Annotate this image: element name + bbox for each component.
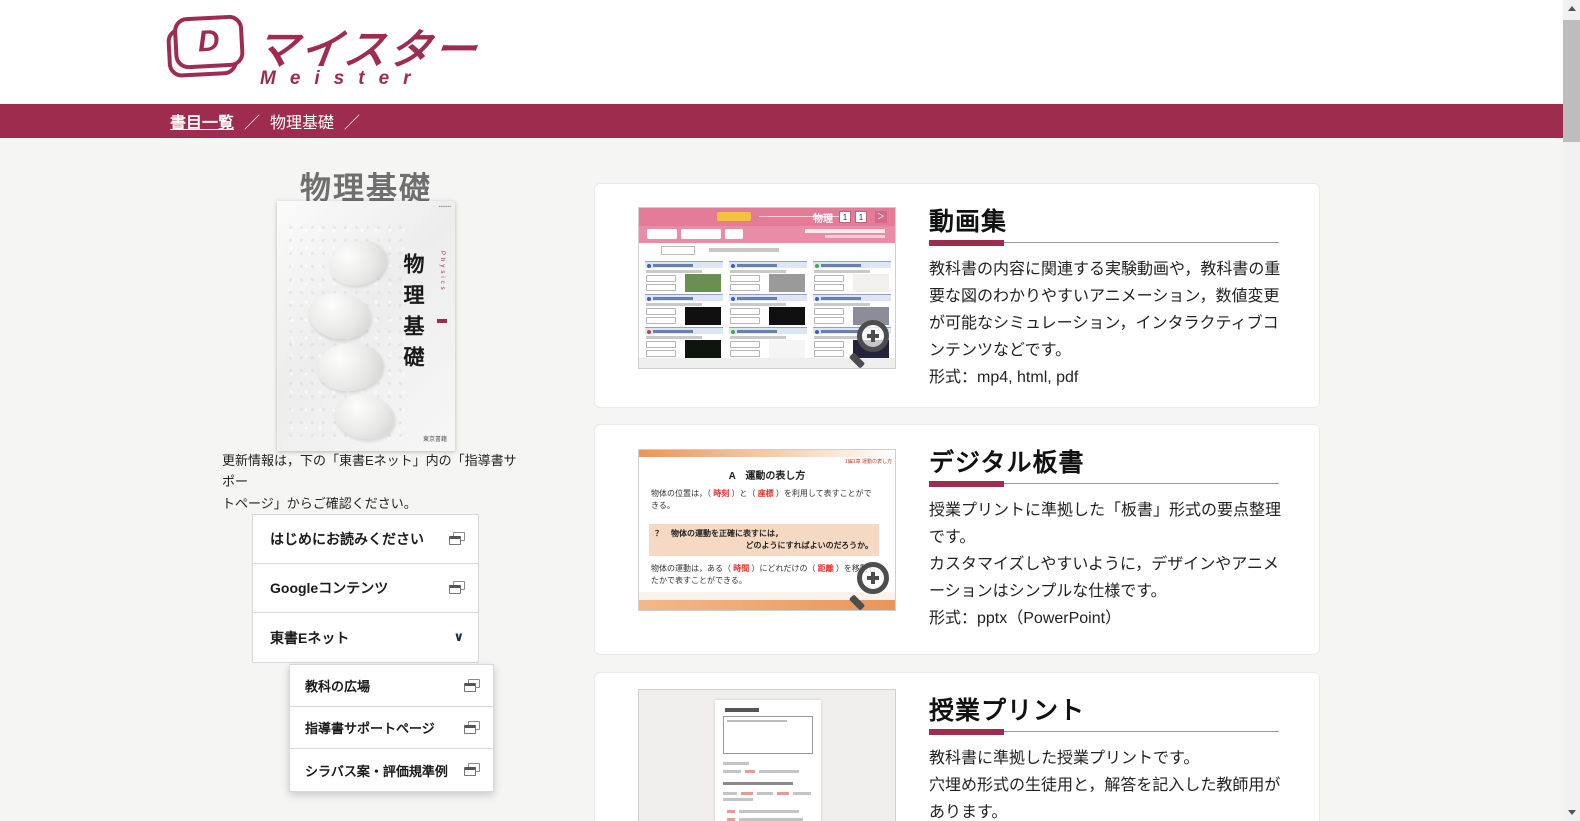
thumb-pink-header: 物理 1 1 ＞ [639, 208, 895, 226]
card-description: 教科書の内容に関連する実験動画や，教科書の重要な図のわかりやすいアニメーション，… [929, 256, 1281, 391]
lesson-prints-thumbnail[interactable] [638, 689, 896, 821]
card-description: 教科書に準拠した授業プリントです。 穴埋め形式の生徒用と，解答を記入した教師用が… [929, 745, 1281, 821]
card-title: 動画集 [929, 202, 1007, 238]
logo-d-letter: D [197, 24, 220, 59]
thumb-video-item [645, 261, 723, 292]
card-description: 授業プリントに準拠した「板書」形式の要点整理です。 カスタマイズしやすいように，… [929, 497, 1281, 632]
breadcrumb-separator: ／ [244, 109, 260, 133]
thumb-subject-label: 物理 [813, 210, 833, 225]
menu-item-tosho-enet[interactable]: 東書Eネット ∨ [253, 613, 478, 662]
title-underline [929, 729, 1279, 735]
meister-logo[interactable]: D マイスター Meister [170, 10, 490, 98]
breadcrumb: 書目一覧 ／ 物理基礎 ／ [0, 104, 1563, 138]
card-title: デジタル板書 [929, 443, 1085, 479]
thumb-next-arrow: ＞ [875, 211, 887, 223]
submenu-item-kyouka-hiroba[interactable]: 教科の広場 [290, 665, 493, 707]
slide-title: A 運動の表し方 [639, 467, 895, 482]
thumb-video-item [729, 294, 807, 325]
digital-bansho-thumbnail[interactable]: 1編1章 運動の表し方 A 運動の表し方 物体の位置は，（ 時刻 ）と（ 座標 … [638, 449, 896, 611]
page-header: D マイスター Meister [0, 0, 1563, 104]
external-window-icon [449, 581, 465, 594]
menu-item-google-contents[interactable]: Googleコンテンツ [253, 564, 478, 613]
card-digital-bansho: 1編1章 運動の表し方 A 運動の表し方 物体の位置は，（ 時刻 ）と（ 座標 … [594, 424, 1320, 655]
logo-d-box-icon: D [170, 14, 247, 80]
submenu-item-syllabus[interactable]: シラバス案・評価規準例 [290, 749, 493, 791]
slide-corner-note: 1編1章 運動の表し方 [845, 458, 892, 465]
worksheet-page [715, 700, 821, 821]
cover-title: 物理基礎 [397, 253, 427, 377]
external-window-icon [464, 721, 480, 734]
thumb-video-item [729, 327, 807, 358]
card-title: 授業プリント [929, 691, 1085, 727]
thumb-video-item [645, 327, 723, 358]
title-underline [929, 240, 1279, 246]
thumb-video-item [813, 261, 891, 292]
menu-item-readme[interactable]: はじめにお読みください [253, 515, 478, 564]
textbook-cover-image: ▪▪▪▪▪▪▪ 物理基礎 Physics 東京書籍 [277, 201, 455, 451]
cover-subtitle: Physics [439, 251, 445, 293]
breadcrumb-separator-2: ／ [344, 109, 360, 133]
cover-publisher: 東京書籍 [423, 434, 447, 443]
chevron-down-icon: ∨ [453, 629, 464, 645]
sidebar-submenu: 教科の広場 指導書サポートページ シラバス案・評価規準例 [289, 664, 494, 792]
breadcrumb-current: 物理基礎 [270, 109, 334, 133]
title-underline [929, 481, 1279, 487]
video-collection-thumbnail[interactable]: 物理 1 1 ＞ [638, 207, 896, 369]
thumb-video-grid [639, 259, 895, 358]
submenu-item-shidousho-support[interactable]: 指導書サポートページ [290, 707, 493, 749]
external-window-icon [464, 763, 480, 776]
thumb-video-item [729, 261, 807, 292]
card-video-collection: 物理 1 1 ＞ 動画集 教科書の内容に関連する実験動画や，教科書の重要な図のわ… [594, 183, 1320, 408]
sidebar-menu: はじめにお読みください Googleコンテンツ 東書Eネット ∨ [252, 514, 479, 663]
logo-roman: Meister [260, 68, 425, 90]
thumb-video-item [813, 294, 891, 325]
slide-question-box: ？ 物体の運動を正確に表すには，どのようにすればよいのだろうか。 [649, 524, 879, 556]
scroll-up-button[interactable] [1563, 0, 1580, 17]
breadcrumb-link-booklist[interactable]: 書目一覧 [170, 109, 234, 133]
external-window-icon [464, 679, 480, 692]
vertical-scrollbar[interactable] [1563, 0, 1580, 821]
scrollbar-thumb[interactable] [1563, 20, 1580, 142]
scroll-down-button[interactable] [1563, 804, 1580, 821]
card-lesson-prints: 授業プリント 教科書に準拠した授業プリントです。 穴埋め形式の生徒用と，解答を記… [594, 672, 1320, 821]
external-window-icon [449, 532, 465, 545]
update-info-note: 更新情報は，下の「東書Eネット」内の「指導書サポー トページ」からご確認ください… [222, 450, 522, 514]
thumb-video-item [645, 294, 723, 325]
thumb-video-item [813, 327, 891, 358]
